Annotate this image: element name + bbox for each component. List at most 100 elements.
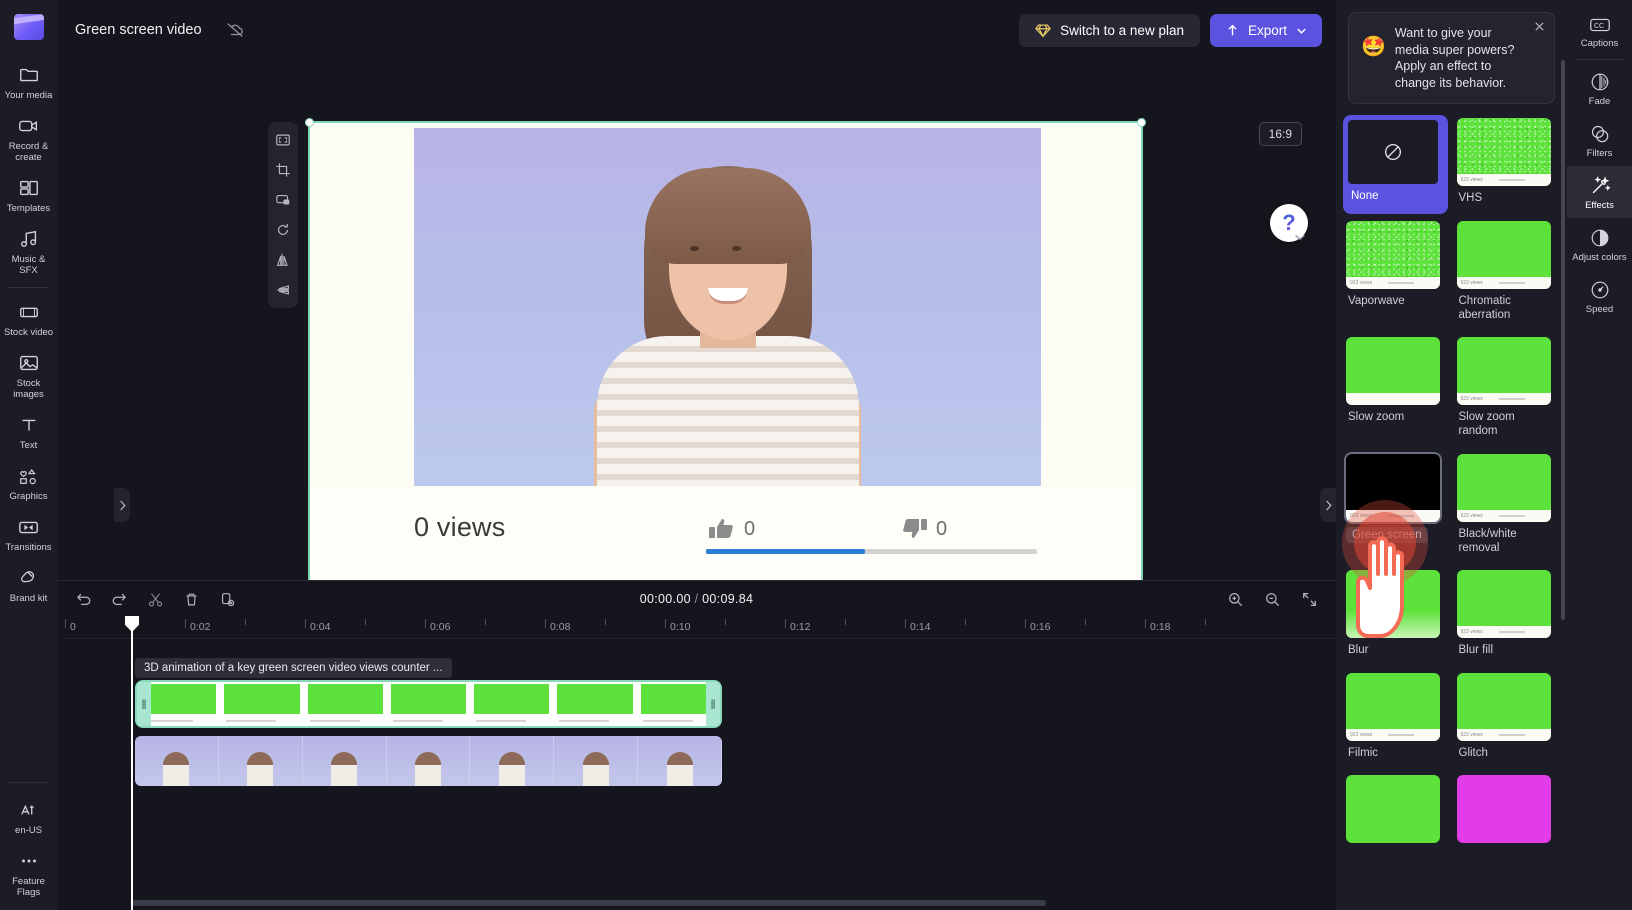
duplicate-icon[interactable] xyxy=(219,591,236,608)
tab-speed[interactable]: Speed xyxy=(1567,270,1632,322)
panel-collapse-chevron-icon[interactable] xyxy=(1292,229,1308,245)
effect-thumbnail: 923 views xyxy=(1457,337,1551,405)
clip-thumbnail xyxy=(219,736,303,786)
export-label: Export xyxy=(1248,23,1287,38)
dislike-count: 0 xyxy=(936,518,947,541)
flip-vertical-icon[interactable] xyxy=(270,278,296,302)
zoom-out-icon[interactable] xyxy=(1264,591,1281,608)
timeline-clip-person-video[interactable] xyxy=(135,736,722,786)
effect-tile-filmic[interactable]: 923 views Filmic xyxy=(1346,673,1445,766)
sidebar-item-templates[interactable]: Templates xyxy=(0,169,57,220)
effects-tip-card: 🤩 Want to give your media super powers? … xyxy=(1348,12,1555,104)
rotate-icon[interactable] xyxy=(270,218,296,242)
effect-label: Slow zoom xyxy=(1346,410,1445,424)
effect-thumbnail xyxy=(1457,775,1551,843)
effect-thumbnail xyxy=(1346,118,1440,186)
divider xyxy=(1577,59,1623,60)
timeline-ruler[interactable]: 0 0:02 0:04 0:06 0:08 0:10 0:12 0:14 0:1… xyxy=(65,617,1336,639)
effect-thumbnail: 923 views xyxy=(1346,221,1440,289)
sidebar-item-your-media[interactable]: Your media xyxy=(0,56,57,107)
tab-effects[interactable]: Effects xyxy=(1567,166,1632,218)
aspect-ratio-badge[interactable]: 16:9 xyxy=(1259,122,1302,146)
sidebar-item-stock-images[interactable]: Stock images xyxy=(0,344,57,406)
tab-fade[interactable]: Fade xyxy=(1567,62,1632,114)
views-count: 0 views xyxy=(414,512,505,543)
sidebar-item-music-sfx[interactable]: Music & SFX xyxy=(0,220,57,282)
sidebar-item-label: Stock images xyxy=(2,378,55,400)
effect-tile-slow-zoom-random[interactable]: 923 views Slow zoom random xyxy=(1457,337,1556,444)
export-button[interactable]: Export xyxy=(1210,14,1322,47)
sidebar-item-brand-kit[interactable]: Brand kit xyxy=(0,559,57,610)
effect-label: Filmic xyxy=(1346,746,1445,760)
effect-tile-black-white-removal[interactable]: 923 views Black/white removal xyxy=(1457,454,1556,561)
clip-thumbnail xyxy=(638,736,722,786)
like-count: 0 xyxy=(744,518,755,541)
effect-tile-vaporwave[interactable]: 923 views Vaporwave xyxy=(1346,221,1445,328)
effects-grid: None 923 views VHS 923 views Vaporwave 9… xyxy=(1336,104,1567,874)
effect-tile-glitch[interactable]: 923 views Glitch xyxy=(1457,673,1556,766)
effect-tile-blur[interactable]: Blur xyxy=(1346,570,1445,663)
clip-thumbnail xyxy=(554,736,638,786)
current-time: 00:00.00 xyxy=(640,592,691,606)
video-preview-frame[interactable]: 0 views 0 0 xyxy=(308,121,1143,590)
effects-panel-scrollbar[interactable] xyxy=(1561,60,1565,620)
transitions-icon xyxy=(17,515,41,539)
tab-captions[interactable]: CC Captions xyxy=(1567,6,1632,56)
effect-tile-row7-left[interactable] xyxy=(1346,775,1445,854)
close-icon[interactable] xyxy=(1533,20,1546,33)
effect-tile-chromatic-aberration[interactable]: 923 views Chromatic aberration xyxy=(1457,221,1556,328)
timeline-playhead[interactable] xyxy=(131,617,133,910)
ellipsis-icon xyxy=(17,849,41,873)
sidebar-item-language[interactable]: en-US xyxy=(0,791,57,842)
collapse-right-panel-button[interactable] xyxy=(1320,488,1336,522)
effects-panel: 🤩 Want to give your media super powers? … xyxy=(1336,0,1567,910)
switch-plan-button[interactable]: Switch to a new plan xyxy=(1019,14,1200,47)
split-scissors-icon[interactable] xyxy=(147,591,164,608)
effect-tile-slow-zoom[interactable]: Slow zoom xyxy=(1346,337,1445,444)
effect-label: None xyxy=(1346,189,1445,203)
music-note-icon xyxy=(17,227,41,251)
delete-trash-icon[interactable] xyxy=(183,591,200,608)
resize-handle-top-left[interactable] xyxy=(305,118,314,127)
clip-thumbnail xyxy=(220,682,303,726)
sidebar-item-transitions[interactable]: Transitions xyxy=(0,508,57,559)
effect-thumbnail: 923 views xyxy=(1346,454,1440,522)
sidebar-item-label: Stock video xyxy=(4,327,53,338)
timeline-clip-green-screen[interactable] xyxy=(135,680,722,728)
thumbs-up-icon xyxy=(708,516,736,542)
sidebar-item-stock-video[interactable]: Stock video xyxy=(0,293,57,344)
sidebar-item-text[interactable]: Text xyxy=(0,406,57,457)
clip-trim-handle-left[interactable] xyxy=(137,682,151,726)
timeline-panel: 00:00.00 / 00:09.84 0 0:02 0:04 0:06 0:0… xyxy=(57,580,1336,910)
flip-horizontal-icon[interactable] xyxy=(270,248,296,272)
zoom-in-icon[interactable] xyxy=(1227,591,1244,608)
resize-handle-top-right[interactable] xyxy=(1137,118,1146,127)
project-title[interactable]: Green screen video xyxy=(75,22,202,38)
divider xyxy=(8,287,49,288)
undo-icon[interactable] xyxy=(75,591,92,608)
collapse-left-panel-button[interactable] xyxy=(114,488,130,522)
tab-adjust-colors[interactable]: Adjust colors xyxy=(1567,218,1632,270)
effect-tile-vhs[interactable]: 923 views VHS xyxy=(1457,118,1556,211)
svg-text:CC: CC xyxy=(1594,23,1604,30)
clip-trim-handle-right[interactable] xyxy=(706,682,720,726)
fit-to-screen-icon[interactable] xyxy=(270,128,296,152)
picture-in-picture-icon[interactable] xyxy=(270,188,296,212)
timeline-horizontal-scrollbar[interactable] xyxy=(131,900,1046,906)
sidebar-item-record-create[interactable]: Record & create xyxy=(0,107,57,169)
filters-icon xyxy=(1589,123,1611,145)
sidebar-item-label: Your media xyxy=(5,90,53,101)
effect-tile-blur-fill[interactable]: 923 views Blur fill xyxy=(1457,570,1556,663)
fit-timeline-icon[interactable] xyxy=(1301,591,1318,608)
effect-tile-none[interactable]: None xyxy=(1343,115,1448,214)
tab-filters[interactable]: Filters xyxy=(1567,114,1632,166)
sidebar-item-feature-flags[interactable]: Feature Flags xyxy=(0,842,57,904)
crop-icon[interactable] xyxy=(270,158,296,182)
effect-tile-row7-right[interactable] xyxy=(1457,775,1556,854)
sidebar-item-graphics[interactable]: Graphics xyxy=(0,457,57,508)
effect-tile-green-screen[interactable]: 923 views Green screen xyxy=(1346,454,1445,561)
clip-thumbnail xyxy=(470,736,554,786)
cloud-off-icon[interactable] xyxy=(224,20,246,40)
redo-icon[interactable] xyxy=(111,591,128,608)
clip-thumbnail xyxy=(135,736,219,786)
